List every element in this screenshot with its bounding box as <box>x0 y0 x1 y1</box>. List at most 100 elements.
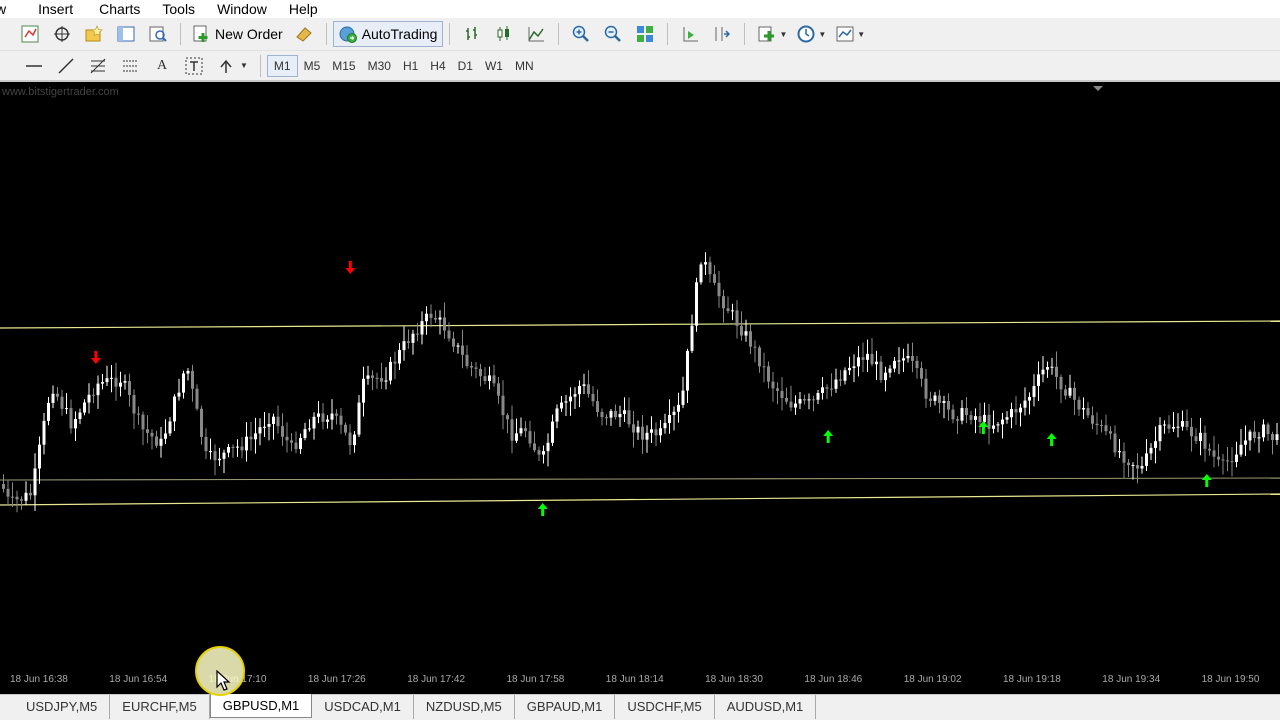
new-order-button[interactable]: New Order <box>187 21 288 47</box>
candle-body <box>722 296 725 309</box>
candle-body <box>254 433 257 440</box>
candle-body <box>690 325 694 351</box>
navigator-icon[interactable] <box>115 23 137 45</box>
candle-body <box>992 425 995 429</box>
candle-body <box>60 396 64 409</box>
candle-body <box>1172 427 1175 429</box>
candle-body <box>1203 432 1207 449</box>
templates-icon[interactable] <box>834 23 856 45</box>
candle-body <box>956 419 959 421</box>
indicators-icon[interactable] <box>756 23 778 45</box>
candle-body <box>380 378 383 382</box>
templates-dropdown-icon[interactable]: ▼ <box>857 30 865 39</box>
new-chart-icon[interactable] <box>19 23 41 45</box>
tab-audusd-m1[interactable]: AUDUSD,M1 <box>715 695 817 719</box>
candlestick-icon[interactable] <box>493 23 515 45</box>
time-tick-label: 18 Jun 17:26 <box>307 674 366 685</box>
support-line[interactable] <box>0 493 1280 506</box>
candle-body <box>105 378 109 383</box>
candle-body <box>965 407 968 416</box>
candle-body <box>1185 420 1189 427</box>
tab-gbpaud-m1[interactable]: GBPAUD,M1 <box>515 695 616 719</box>
candle-body <box>879 361 883 381</box>
candle-body <box>573 394 577 397</box>
tile-windows-icon[interactable] <box>634 23 656 45</box>
autotrading-button[interactable]: AutoTrading <box>332 21 444 47</box>
zoom-out-icon[interactable] <box>602 23 624 45</box>
fibonacci-icon[interactable] <box>87 55 109 77</box>
indicators-dropdown-icon[interactable]: ▼ <box>779 30 787 39</box>
data-window-icon[interactable] <box>147 23 169 45</box>
text-label-icon[interactable] <box>183 55 205 77</box>
candle-body <box>578 385 581 395</box>
menu-view[interactable]: w <box>0 1 18 17</box>
tab-nzdusd-m5[interactable]: NZDUSD,M5 <box>414 695 515 719</box>
line-chart-icon[interactable] <box>525 23 547 45</box>
bar-chart-icon[interactable] <box>461 23 483 45</box>
candle-body <box>258 427 262 434</box>
candle-body <box>375 377 379 379</box>
candle-body <box>582 384 586 386</box>
candle-body <box>236 446 239 448</box>
periods-clock-icon[interactable] <box>795 23 817 45</box>
candle-body <box>569 396 572 402</box>
menu-insert[interactable]: Insert <box>38 1 85 17</box>
arrows-dropdown-icon[interactable]: ▼ <box>240 61 248 70</box>
text-icon[interactable]: A <box>151 55 173 77</box>
chart-shift-marker[interactable] <box>1093 86 1103 91</box>
candle-body <box>834 379 838 389</box>
trendline-icon[interactable] <box>55 55 77 77</box>
zoom-in-icon[interactable] <box>570 23 592 45</box>
mid-line[interactable] <box>0 477 1280 481</box>
candle-body <box>78 412 82 420</box>
tab-gbpusd-m1[interactable]: GBPUSD,M1 <box>209 694 313 718</box>
candle-body <box>798 399 802 404</box>
menu-window[interactable]: Window <box>217 1 279 17</box>
candle-body <box>285 436 289 441</box>
timeframe-mn[interactable]: MN <box>509 55 540 77</box>
sell-signal-arrow <box>345 261 356 274</box>
resistance-line[interactable] <box>0 320 1280 329</box>
candle-body <box>348 432 352 446</box>
timeframe-m1[interactable]: M1 <box>266 54 298 77</box>
horizontal-line-icon[interactable] <box>23 55 45 77</box>
arrows-icon[interactable] <box>215 55 237 77</box>
candle-body <box>155 436 158 446</box>
channel-icon[interactable] <box>119 55 141 77</box>
metaeditor-icon[interactable] <box>293 23 315 45</box>
candle-body <box>762 366 766 368</box>
candle-body <box>1266 424 1270 435</box>
timeframe-m30[interactable]: M30 <box>362 55 397 77</box>
chart-shift-icon[interactable] <box>711 23 733 45</box>
candle-body <box>173 396 176 422</box>
crosshair-icon[interactable] <box>51 23 73 45</box>
chart-window[interactable]: www.bitstigertrader.com 18 Jun 16:38 18 J… <box>0 84 1280 694</box>
candle-body <box>1064 389 1067 396</box>
menu-help[interactable]: Help <box>289 1 330 17</box>
timeframe-w1[interactable]: W1 <box>479 55 509 77</box>
favorites-icon[interactable] <box>83 23 105 45</box>
candle-body <box>96 383 100 396</box>
candle-body <box>978 416 982 422</box>
periods-dropdown-icon[interactable]: ▼ <box>818 30 826 39</box>
auto-scroll-icon[interactable] <box>679 23 701 45</box>
tab-usdcad-m1[interactable]: USDCAD,M1 <box>312 695 414 719</box>
candle-body <box>1163 424 1166 426</box>
candle-body <box>20 499 23 501</box>
candle-body <box>1145 453 1148 466</box>
tab-eurchf-m5[interactable]: EURCHF,M5 <box>110 695 210 719</box>
menu-charts[interactable]: Charts <box>99 1 152 17</box>
timeframe-h4[interactable]: H4 <box>424 55 451 77</box>
time-tick-label: 18 Jun 18:30 <box>705 674 763 685</box>
time-tick-label: 18 Jun 19:02 <box>903 674 962 685</box>
timeframe-m15[interactable]: M15 <box>326 55 361 77</box>
menu-tools[interactable]: Tools <box>162 1 207 17</box>
timeframe-h1[interactable]: H1 <box>397 55 424 77</box>
candle-body <box>510 419 514 441</box>
timeframe-d1[interactable]: D1 <box>452 55 479 77</box>
candle-body <box>996 424 1000 426</box>
price-chart[interactable] <box>0 84 1280 674</box>
timeframe-m5[interactable]: M5 <box>298 55 327 77</box>
tab-usdjpy-m5[interactable]: USDJPY,M5 <box>14 695 111 719</box>
tab-usdchf-m5[interactable]: USDCHF,M5 <box>615 695 715 719</box>
